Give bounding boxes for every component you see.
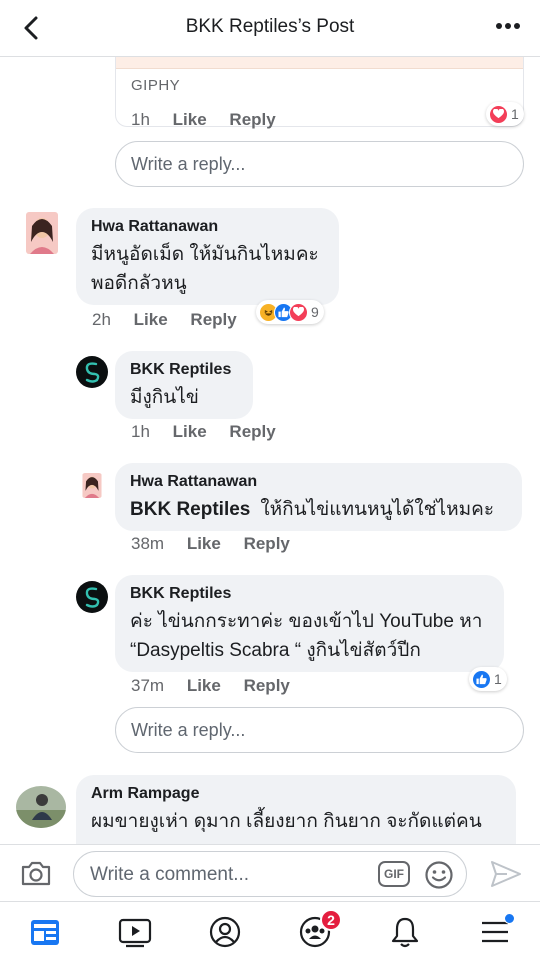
reply-button[interactable]: Reply	[229, 110, 275, 129]
comment-author[interactable]: BKK Reptiles	[130, 361, 238, 379]
reply-button[interactable]: Reply	[244, 534, 290, 553]
reply-placeholder: Write a reply...	[131, 154, 246, 174]
avatar[interactable]	[26, 212, 58, 254]
comment-input[interactable]: Write a comment... GIF	[73, 851, 467, 897]
avatar[interactable]	[82, 473, 102, 498]
like-button[interactable]: Like	[134, 310, 168, 329]
avatar[interactable]	[76, 581, 108, 613]
gif-button[interactable]: GIF	[378, 861, 410, 887]
comment-meta: 38m Like Reply	[131, 534, 308, 554]
watch-icon	[118, 918, 152, 948]
bell-icon	[391, 917, 419, 948]
tab-notifications[interactable]	[385, 912, 425, 952]
comment-time: 1h	[131, 422, 150, 441]
comment-time: 2h	[92, 310, 111, 329]
like-button[interactable]: Like	[173, 110, 207, 129]
like-button[interactable]: Like	[187, 676, 221, 695]
comment-author[interactable]: Hwa Rattanawan	[91, 218, 324, 236]
camera-icon[interactable]	[20, 859, 52, 887]
comment-text-line: พอดีกลัวหนู	[91, 273, 187, 294]
like-button[interactable]: Like	[187, 534, 221, 553]
comment-author[interactable]: BKK Reptiles	[130, 585, 489, 603]
comment-bubble[interactable]: Hwa Rattanawan BKK Reptiles ให้กินไข่แทนห…	[115, 463, 522, 531]
comment-time: 1h	[131, 110, 150, 129]
reaction-summary[interactable]: 1	[469, 667, 507, 691]
tab-watch[interactable]	[115, 912, 155, 952]
comment-meta: 1h Like Reply	[131, 422, 294, 442]
reply-input[interactable]: Write a reply...	[115, 141, 524, 187]
comment-author[interactable]: Arm Rampage	[91, 785, 501, 803]
comment-text-line: มีหนูอัดเม็ด ให้มันกินไหมคะ	[91, 244, 319, 265]
avatar[interactable]	[16, 786, 66, 828]
reaction-count: 1	[494, 671, 502, 687]
reaction-count: 9	[311, 304, 319, 320]
avatar[interactable]	[76, 356, 108, 388]
love-reaction-icon	[489, 104, 508, 124]
comment-bubble[interactable]: BKK Reptiles มีงูกินไข่	[115, 351, 253, 419]
like-reaction-icon	[472, 669, 491, 689]
comment-bubble[interactable]: Hwa Rattanawan มีหนูอัดเม็ด ให้มันกินไหม…	[76, 208, 339, 305]
comment-text-line: มีงูกินไข่	[130, 387, 199, 408]
comment-placeholder: Write a comment...	[90, 864, 250, 885]
tab-news-feed[interactable]	[25, 912, 65, 952]
reply-button[interactable]: Reply	[244, 676, 290, 695]
groups-notification-badge: 2	[320, 909, 342, 931]
reaction-count: 1	[511, 106, 519, 122]
mention-tag[interactable]: BKK Reptiles	[130, 499, 250, 520]
comment-meta: 2h Like Reply	[92, 310, 255, 330]
reaction-summary[interactable]: 9	[256, 300, 324, 324]
love-reaction-icon	[289, 302, 308, 322]
like-button[interactable]: Like	[173, 422, 207, 441]
comment-time: 38m	[131, 534, 165, 553]
send-icon[interactable]	[490, 859, 522, 889]
comment-time: 37m	[131, 676, 165, 695]
post-header: BKK Reptiles’s Post	[0, 0, 540, 57]
comment-text-line: ค่ะ ไข่นกกระทาค่ะ ของเข้าไป YouTube หา	[130, 611, 483, 632]
reply-button[interactable]: Reply	[229, 422, 275, 441]
reply-input[interactable]: Write a reply...	[115, 707, 524, 753]
tab-profile[interactable]	[205, 912, 245, 952]
comments-feed[interactable]: GIPHY 1h Like Reply 1 Write a reply... H…	[0, 57, 540, 844]
gif-preview-bottom	[116, 57, 523, 69]
giphy-label: GIPHY	[131, 77, 181, 94]
comment-bubble[interactable]: BKK Reptiles ค่ะ ไข่นกกระทาค่ะ ของเข้าไป…	[115, 575, 504, 672]
comment-author[interactable]: Hwa Rattanawan	[130, 473, 507, 491]
page-title: BKK Reptiles’s Post	[185, 16, 355, 37]
comment-text-line: ผมขายงูเห่า ดุมาก เลี้ยงยาก กินยาก จะกัด…	[91, 811, 482, 832]
comment-text-line: ให้กินไข่แทนหนูได้ใช่ไหมคะ	[260, 499, 495, 520]
profile-icon	[209, 916, 241, 948]
comment-composer: Write a comment... GIF	[0, 844, 540, 901]
comment-bubble[interactable]: Arm Rampage ผมขายงูเห่า ดุมาก เลี้ยงยาก …	[76, 775, 516, 844]
menu-notification-dot	[504, 913, 515, 924]
reaction-summary[interactable]: 1	[486, 102, 524, 126]
reply-button[interactable]: Reply	[190, 310, 236, 329]
more-options-icon[interactable]	[496, 22, 520, 30]
bottom-tab-bar: 2	[0, 901, 540, 960]
comment-meta: 1h Like Reply	[131, 110, 294, 130]
comment-meta: 37m Like Reply	[131, 676, 308, 696]
comment-text-line: “Dasypeltis Scabra “ งูกินไข่สัตว์ปีก	[130, 640, 421, 661]
news-feed-icon	[31, 920, 59, 945]
emoji-icon[interactable]	[424, 860, 454, 890]
reply-placeholder: Write a reply...	[131, 720, 246, 740]
